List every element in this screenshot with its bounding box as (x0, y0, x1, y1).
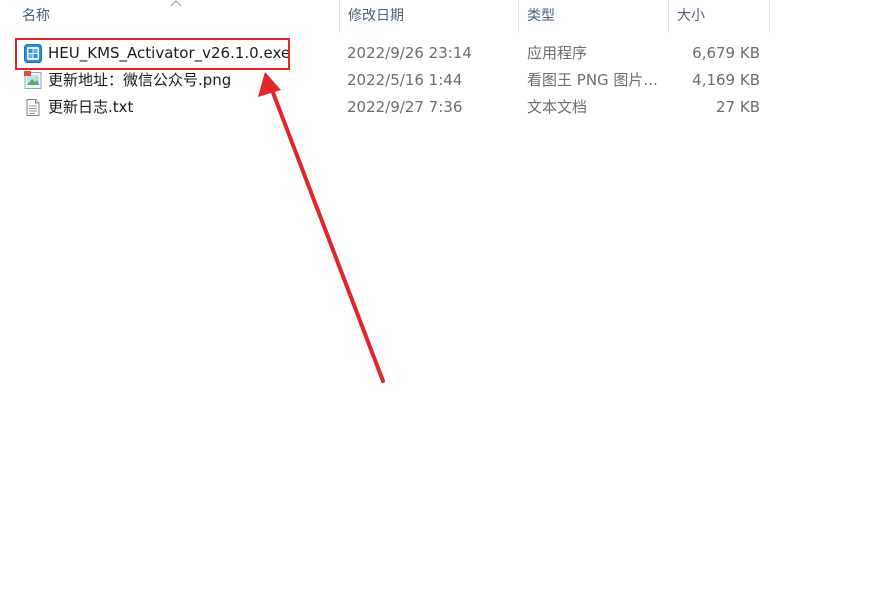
sort-ascending-icon (170, 0, 182, 7)
file-size: 27 KB (716, 98, 760, 116)
file-date: 2022/9/26 23:14 (347, 44, 472, 62)
file-type: 看图王 PNG 图片... (527, 71, 658, 89)
file-date: 2022/5/16 1:44 (347, 71, 463, 89)
file-type: 应用程序 (527, 44, 588, 62)
file-row[interactable]: 更新地址：微信公众号.png 2022/5/16 1:44 看图王 PNG 图片… (0, 67, 872, 94)
highlight-box (15, 38, 290, 70)
file-date: 2022/9/27 7:36 (347, 98, 463, 116)
column-header-size[interactable]: 大小 (669, 0, 769, 33)
file-size: 4,169 KB (692, 71, 760, 89)
column-header-date[interactable]: 修改日期 (340, 0, 518, 33)
txt-document-icon (26, 99, 40, 116)
png-image-icon (24, 71, 42, 89)
file-size: 6,679 KB (692, 44, 760, 62)
column-header-type[interactable]: 类型 (519, 0, 668, 33)
column-divider[interactable] (769, 0, 770, 33)
column-header: 名称 修改日期 类型 大小 (0, 0, 872, 33)
file-name[interactable]: 更新地址：微信公众号.png (48, 67, 231, 94)
file-row[interactable]: 更新日志.txt 2022/9/27 7:36 文本文档 27 KB (0, 94, 872, 121)
file-name[interactable]: 更新日志.txt (48, 94, 133, 121)
file-type: 文本文档 (527, 98, 588, 116)
